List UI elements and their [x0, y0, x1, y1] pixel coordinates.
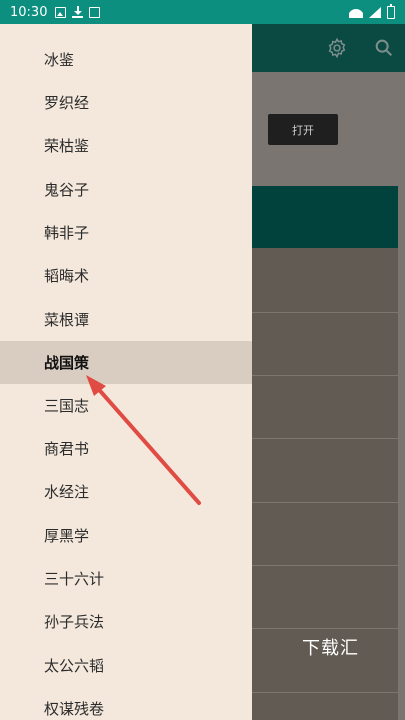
list-divider: [230, 312, 398, 313]
list-divider: [230, 565, 398, 566]
app-notification-icon: [89, 6, 101, 18]
cell-signal-icon: [369, 6, 381, 18]
drawer-item[interactable]: 厚黑学: [0, 514, 252, 557]
drawer-item[interactable]: 鬼谷子: [0, 168, 252, 211]
list-divider: [230, 502, 398, 503]
drawer-item[interactable]: 太公六韬: [0, 644, 252, 687]
status-time: 10:30: [10, 4, 48, 20]
header-panel: [230, 186, 398, 248]
list-divider: [230, 692, 398, 693]
drawer-item[interactable]: 罗织经: [0, 81, 252, 124]
drawer-item[interactable]: 荣枯鉴: [0, 124, 252, 167]
drawer-item[interactable]: 三国志: [0, 384, 252, 427]
search-icon[interactable]: [373, 37, 395, 59]
list-divider: [230, 628, 398, 629]
drawer-item[interactable]: 韩非子: [0, 211, 252, 254]
drawer-item[interactable]: 菜根谭: [0, 298, 252, 341]
list-divider: [230, 375, 398, 376]
drawer-item[interactable]: 韬晦术: [0, 254, 252, 297]
status-bar: 10:30: [0, 0, 405, 24]
drawer-item-selected[interactable]: 战国策: [0, 341, 252, 384]
download-notification-icon: [72, 6, 84, 18]
drawer-item[interactable]: 商君书: [0, 427, 252, 470]
list-divider: [230, 438, 398, 439]
navigation-drawer[interactable]: 冰鉴 罗织经 荣枯鉴 鬼谷子 韩非子 韬晦术 菜根谭 战国策 三国志 商君书 水…: [0, 24, 252, 720]
drawer-item[interactable]: 三十六计: [0, 557, 252, 600]
drawer-item[interactable]: 孙子兵法: [0, 600, 252, 643]
battery-icon: [387, 3, 395, 19]
gear-icon[interactable]: [326, 37, 348, 59]
image-notification-icon: [55, 6, 67, 18]
wifi-icon: [349, 7, 363, 18]
open-button[interactable]: 打开: [268, 114, 338, 145]
drawer-item[interactable]: 水经注: [0, 470, 252, 513]
drawer-item[interactable]: 冰鉴: [0, 38, 252, 81]
download-label[interactable]: 下载汇: [302, 634, 359, 660]
status-indicators: [349, 3, 395, 19]
drawer-item[interactable]: 权谋残卷: [0, 687, 252, 720]
